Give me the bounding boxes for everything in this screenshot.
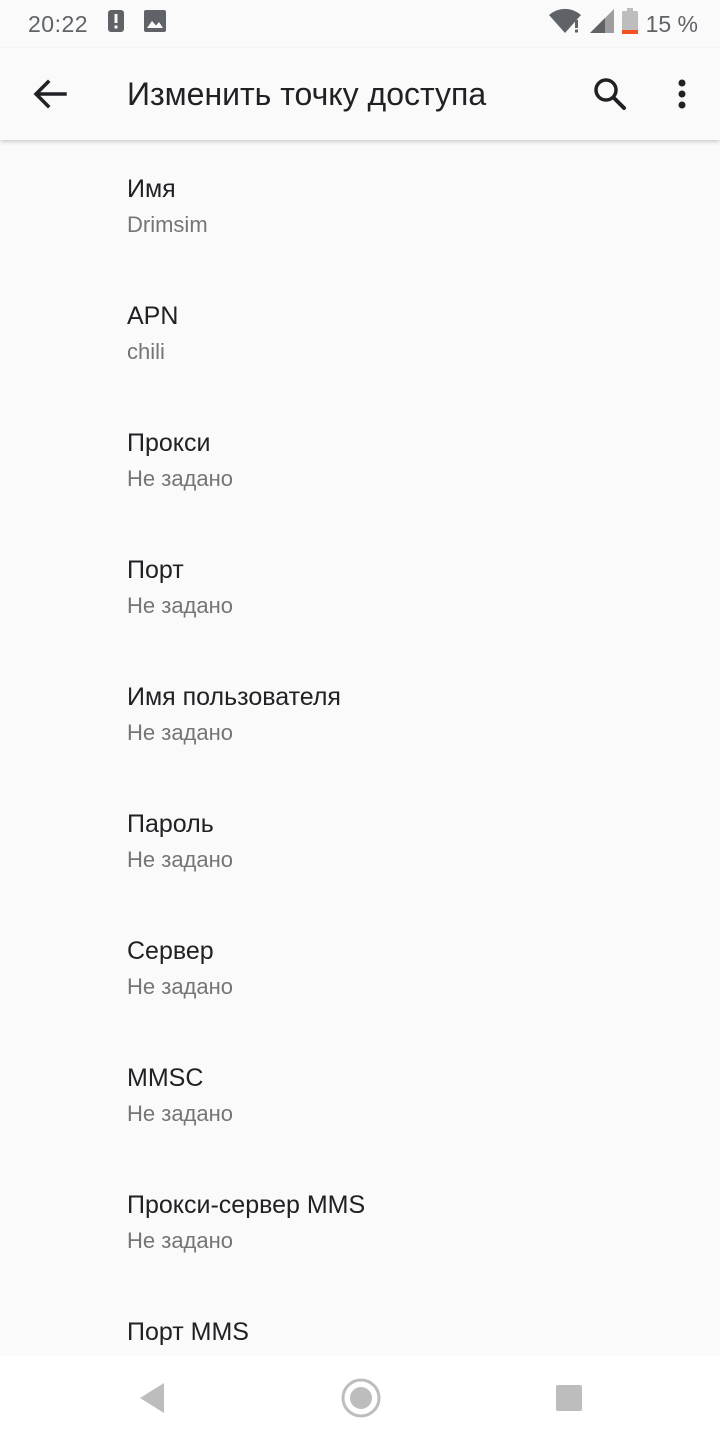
page-title: Изменить точку доступа xyxy=(127,76,487,112)
more-vert-icon xyxy=(678,79,686,109)
status-right: 15 % xyxy=(540,8,698,40)
setting-title: Сервер xyxy=(127,937,214,965)
setting-mmsc[interactable]: MMSC Не задано xyxy=(0,1029,720,1156)
nav-back-icon xyxy=(140,1383,164,1413)
setting-title: Порт xyxy=(127,556,184,584)
nav-recents-button[interactable] xyxy=(539,1370,599,1426)
setting-title: Имя xyxy=(127,175,176,203)
search-button[interactable] xyxy=(584,68,636,120)
more-options-button[interactable] xyxy=(656,68,708,120)
setting-summary: Не задано xyxy=(127,593,234,618)
wifi-icon xyxy=(548,8,582,40)
setting-summary: Не задано xyxy=(127,1101,234,1126)
battery-percent: 15 % xyxy=(645,10,698,37)
status-left: 20:22 xyxy=(28,10,186,38)
setting-summary: Не задано xyxy=(127,720,234,745)
battery-icon xyxy=(621,8,638,40)
alert-icon xyxy=(108,10,125,38)
setting-title: Прокси xyxy=(127,429,211,457)
signal-icon xyxy=(589,9,614,39)
setting-proxy[interactable]: Прокси Не задано xyxy=(0,394,720,521)
setting-summary: Не задано xyxy=(127,466,234,491)
setting-title: Порт MMS xyxy=(127,1318,249,1346)
setting-password[interactable]: Пароль Не задано xyxy=(0,775,720,902)
setting-server[interactable]: Сервер Не задано xyxy=(0,902,720,1029)
search-icon xyxy=(594,78,626,110)
setting-summary: Не задано xyxy=(127,1228,234,1253)
nav-recents-icon xyxy=(556,1385,582,1411)
setting-name[interactable]: Имя Drimsim xyxy=(0,140,720,267)
setting-title: APN xyxy=(127,302,179,330)
setting-username[interactable]: Имя пользователя Не задано xyxy=(0,648,720,775)
setting-port[interactable]: Порт Не задано xyxy=(0,521,720,648)
setting-title: Пароль xyxy=(127,810,214,838)
setting-title: Прокси-сервер MMS xyxy=(127,1191,366,1219)
setting-mms-port[interactable]: Порт MMS xyxy=(0,1283,720,1356)
back-button[interactable] xyxy=(22,68,78,120)
status-bar: 20:22 15 % xyxy=(0,0,720,48)
setting-summary: Не задано xyxy=(127,847,234,872)
setting-apn[interactable]: APN chili xyxy=(0,267,720,394)
nav-home-button[interactable] xyxy=(331,1370,391,1426)
setting-summary: Не задано xyxy=(127,974,234,999)
nav-back-button[interactable] xyxy=(122,1370,182,1426)
nav-home-icon xyxy=(341,1378,381,1418)
setting-summary: Drimsim xyxy=(127,212,208,237)
navigation-bar xyxy=(0,1356,720,1440)
image-icon xyxy=(144,10,167,38)
setting-mms-proxy[interactable]: Прокси-сервер MMS Не задано xyxy=(0,1156,720,1283)
setting-title: Имя пользователя xyxy=(127,683,341,711)
back-arrow-icon xyxy=(33,79,67,109)
app-bar: Изменить точку доступа xyxy=(0,48,720,140)
screen: 20:22 15 % Изменить точку доступа Имя Dr… xyxy=(0,0,720,1440)
setting-summary: chili xyxy=(127,339,165,364)
status-time: 20:22 xyxy=(28,10,89,37)
setting-title: MMSC xyxy=(127,1064,204,1092)
settings-list: Имя Drimsim APN chili Прокси Не задано П… xyxy=(0,140,720,1356)
